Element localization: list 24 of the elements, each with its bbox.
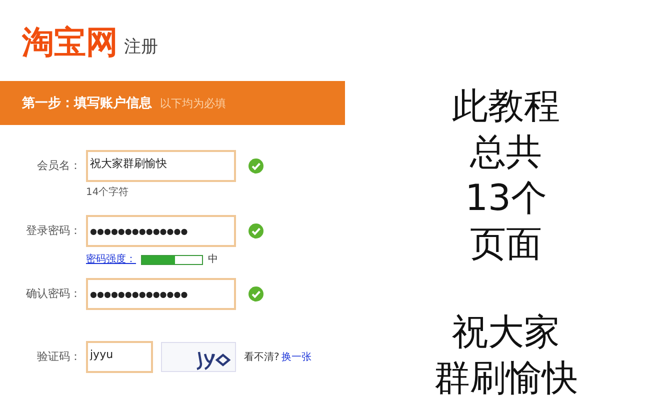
- caption-line: 群刷愉快: [434, 357, 578, 400]
- input-field[interactable]: jyyu: [86, 341, 153, 373]
- field-label: 确认密码：: [25, 286, 82, 302]
- field-label: 会员名：: [36, 158, 82, 174]
- step-note: 以下均为必填: [160, 96, 226, 110]
- caption-line: 页面: [470, 223, 542, 267]
- caption-line: 祝大家: [452, 311, 560, 355]
- input-field[interactable]: ●●●●●●●●●●●●●●: [86, 215, 236, 247]
- caption-line: 总共: [470, 131, 542, 175]
- strength-meter: [141, 255, 203, 265]
- caption-line: 13个: [465, 177, 547, 221]
- logo: 淘宝网: [22, 22, 118, 62]
- strength-link[interactable]: 密码强度：: [86, 252, 136, 266]
- input-field[interactable]: 祝大家群刷愉快: [86, 150, 236, 182]
- page-subtitle: 注册: [124, 36, 158, 59]
- strength-reading: 中: [208, 252, 218, 266]
- unclear-hint: 看不清?: [244, 350, 280, 364]
- field-label: 验证码：: [36, 349, 82, 365]
- step-title: 第一步：填写账户信息: [22, 94, 152, 112]
- char-count: 14个字符: [86, 186, 130, 200]
- refresh-link[interactable]: 换一张: [281, 350, 312, 364]
- field-label: 登录密码：: [25, 223, 82, 239]
- caption-line: 此教程: [452, 85, 560, 129]
- input-field[interactable]: ●●●●●●●●●●●●●●: [86, 278, 236, 310]
